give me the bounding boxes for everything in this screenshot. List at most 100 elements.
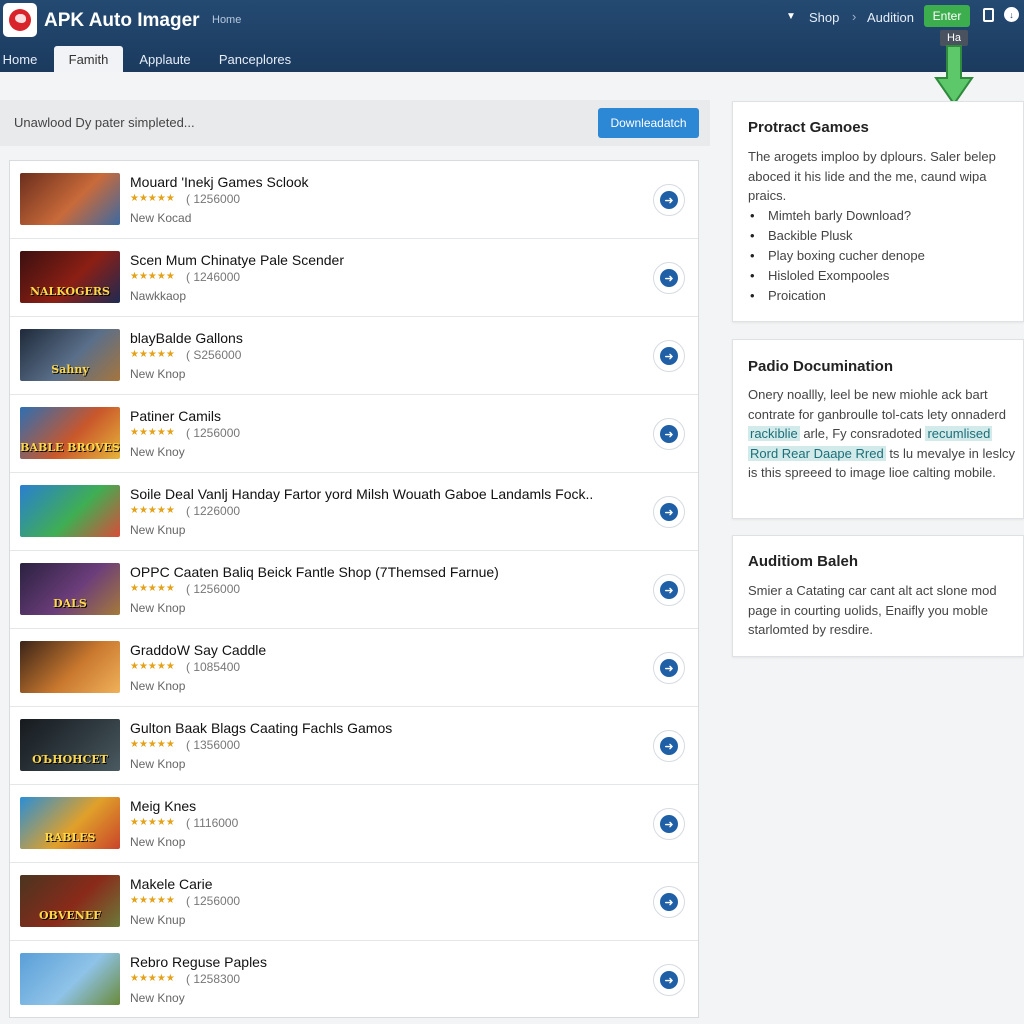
- game-thumbnail[interactable]: DALS: [20, 563, 120, 615]
- download-button[interactable]: Downleadatch: [598, 108, 699, 138]
- thumbnail-label: BABLE BROVES: [20, 441, 120, 454]
- rating-stars: ★★★★★: [130, 193, 175, 204]
- rating-stars: ★★★★★: [130, 271, 175, 282]
- tab-famith[interactable]: Famith: [54, 46, 123, 72]
- list-item[interactable]: Sahny blayBalde Gallons ★★★★★ ( S256000 New …: [10, 317, 698, 395]
- rating-count: ( 1246000: [186, 270, 241, 284]
- open-button[interactable]: ➜: [653, 808, 685, 840]
- list-item: Mimteh barly Download?: [748, 206, 925, 226]
- game-title[interactable]: Mouard 'Inekj Games Sclook: [130, 174, 309, 190]
- open-button[interactable]: ➜: [653, 886, 685, 918]
- app-logo[interactable]: [3, 3, 37, 37]
- open-button[interactable]: ➜: [653, 418, 685, 450]
- list-item[interactable]: DALS OPPC Caaten Baliq Beick Fantle Shop …: [10, 551, 698, 629]
- thumbnail-label: Sahny: [51, 363, 89, 376]
- game-thumbnail[interactable]: NALKOGERS: [20, 251, 120, 303]
- arrow-right-icon: ➜: [660, 815, 678, 833]
- game-title[interactable]: GraddoW Say Caddle: [130, 642, 266, 658]
- highlight-link[interactable]: Rord Rear Daape Rred: [748, 445, 886, 461]
- game-subtitle: New Knop: [130, 835, 186, 849]
- game-subtitle: New Knoy: [130, 991, 185, 1005]
- list-item[interactable]: RABLES Meig Knes ★★★★★ ( 1116000 New Knop ➜: [10, 785, 698, 863]
- rating-stars: ★★★★★: [130, 349, 175, 360]
- game-title[interactable]: OPPC Caaten Baliq Beick Fantle Shop (7Th…: [130, 564, 499, 580]
- audition-card: Auditiom Baleh Smier a Catating car cant…: [732, 535, 1024, 657]
- game-thumbnail[interactable]: ОЪНОНСЕТ: [20, 719, 120, 771]
- rating-count: ( 1116000: [186, 816, 239, 830]
- thumbnail-label: DALS: [53, 597, 87, 610]
- open-button[interactable]: ➜: [653, 184, 685, 216]
- game-thumbnail[interactable]: BABLE BROVES: [20, 407, 120, 459]
- arrow-right-icon: ➜: [660, 659, 678, 677]
- game-thumbnail[interactable]: Sahny: [20, 329, 120, 381]
- game-title[interactable]: Meig Knes: [130, 798, 196, 814]
- thumbnail-label: OBVENEF: [38, 909, 102, 922]
- list-item[interactable]: NALKOGERS Scen Mum Chinatye Pale Scender ★…: [10, 239, 698, 317]
- list-item[interactable]: Rebro Reguse Paples ★★★★★ ( 1258300 New Kno…: [10, 941, 698, 1019]
- open-button[interactable]: ➜: [653, 340, 685, 372]
- tab-applaute[interactable]: Applaute: [134, 46, 196, 72]
- rating-stars: ★★★★★: [130, 895, 175, 906]
- rating-count: ( 1256000: [186, 894, 241, 908]
- game-list: Mouard 'Inekj Games Sclook ★★★★★ ( 1256000…: [9, 160, 699, 1018]
- search-bar: Unawlood Dy pater simpleted... Downleada…: [0, 100, 710, 146]
- game-thumbnail[interactable]: [20, 173, 120, 225]
- game-thumbnail[interactable]: OBVENEF: [20, 875, 120, 927]
- card-title: Protract Gamoes: [748, 119, 869, 136]
- game-title[interactable]: Scen Mum Chinatye Pale Scender: [130, 252, 344, 268]
- open-button[interactable]: ➜: [653, 496, 685, 528]
- nav-shop-link[interactable]: Shop: [809, 10, 839, 25]
- rating-count: ( S256000: [186, 348, 242, 362]
- rating-count: ( 1256000: [186, 582, 241, 596]
- game-title[interactable]: Soile Deal Vanlj Handay Fartor yord Mils…: [130, 486, 593, 502]
- list-item[interactable]: Soile Deal Vanlj Handay Fartor yord Mils…: [10, 473, 698, 551]
- card-text: Onery noallly, leel be new miohle ack ba…: [748, 385, 1020, 483]
- game-thumbnail[interactable]: RABLES: [20, 797, 120, 849]
- list-item[interactable]: ОЪНОНСЕТ Gulton Baak Blags Caating Fachls…: [10, 707, 698, 785]
- open-button[interactable]: ➜: [653, 964, 685, 996]
- thumbnail-label: ОЪНОНСЕТ: [32, 753, 108, 766]
- app-title: APK Auto Imager: [44, 10, 200, 31]
- tab-home[interactable]: Home: [0, 46, 40, 72]
- game-title[interactable]: Gulton Baak Blags Caating Fachls Gamos: [130, 720, 392, 736]
- search-input[interactable]: Unawlood Dy pater simpleted...: [14, 115, 195, 130]
- doc-text: arle, Fy consradoted: [803, 426, 922, 441]
- open-button[interactable]: ➜: [653, 730, 685, 762]
- rating-count: ( 1085400: [186, 660, 241, 674]
- device-icon[interactable]: [983, 8, 994, 22]
- game-thumbnail[interactable]: [20, 641, 120, 693]
- game-title[interactable]: Patiner Camils: [130, 408, 221, 424]
- tab-panceplores[interactable]: Panceplores: [216, 46, 294, 72]
- list-item[interactable]: GraddoW Say Caddle ★★★★★ ( 1085400 New Knop…: [10, 629, 698, 707]
- rating-stars: ★★★★★: [130, 661, 175, 672]
- game-subtitle: New Knop: [130, 679, 186, 693]
- game-title[interactable]: Makele Carie: [130, 876, 212, 892]
- open-button[interactable]: ➜: [653, 574, 685, 606]
- enter-button[interactable]: Enter: [924, 5, 970, 27]
- download-icon[interactable]: ↓: [1004, 7, 1019, 22]
- rating-count: ( 1256000: [186, 192, 241, 206]
- open-button[interactable]: ➜: [653, 262, 685, 294]
- list-item[interactable]: Mouard 'Inekj Games Sclook ★★★★★ ( 1256000…: [10, 161, 698, 239]
- thumbnail-label: RABLES: [44, 831, 96, 844]
- game-thumbnail[interactable]: [20, 953, 120, 1005]
- highlight-link[interactable]: rackiblie: [748, 426, 800, 441]
- highlight-link[interactable]: recumlised: [925, 426, 993, 441]
- arrow-right-icon: ➜: [660, 191, 678, 209]
- dropdown-caret-icon[interactable]: ▼: [786, 11, 796, 22]
- list-item[interactable]: OBVENEF Makele Carie ★★★★★ ( 1256000 New Knu…: [10, 863, 698, 941]
- card-title: Auditiom Baleh: [748, 553, 859, 570]
- rating-stars: ★★★★★: [130, 739, 175, 750]
- nav-audition-link[interactable]: Audition: [867, 10, 914, 25]
- arrow-right-icon: ➜: [660, 503, 678, 521]
- game-title[interactable]: blayBalde Gallons: [130, 330, 243, 346]
- arrow-right-icon: ➜: [660, 737, 678, 755]
- arrow-right-icon: ➜: [660, 269, 678, 287]
- list-item[interactable]: BABLE BROVES Patiner Camils ★★★★★ ( 1256000…: [10, 395, 698, 473]
- game-subtitle: New Knup: [130, 523, 186, 537]
- rating-count: ( 1256000: [186, 426, 241, 440]
- game-thumbnail[interactable]: [20, 485, 120, 537]
- game-title[interactable]: Rebro Reguse Paples: [130, 954, 267, 970]
- thumbnail-label: NALKOGERS: [29, 285, 111, 298]
- open-button[interactable]: ➜: [653, 652, 685, 684]
